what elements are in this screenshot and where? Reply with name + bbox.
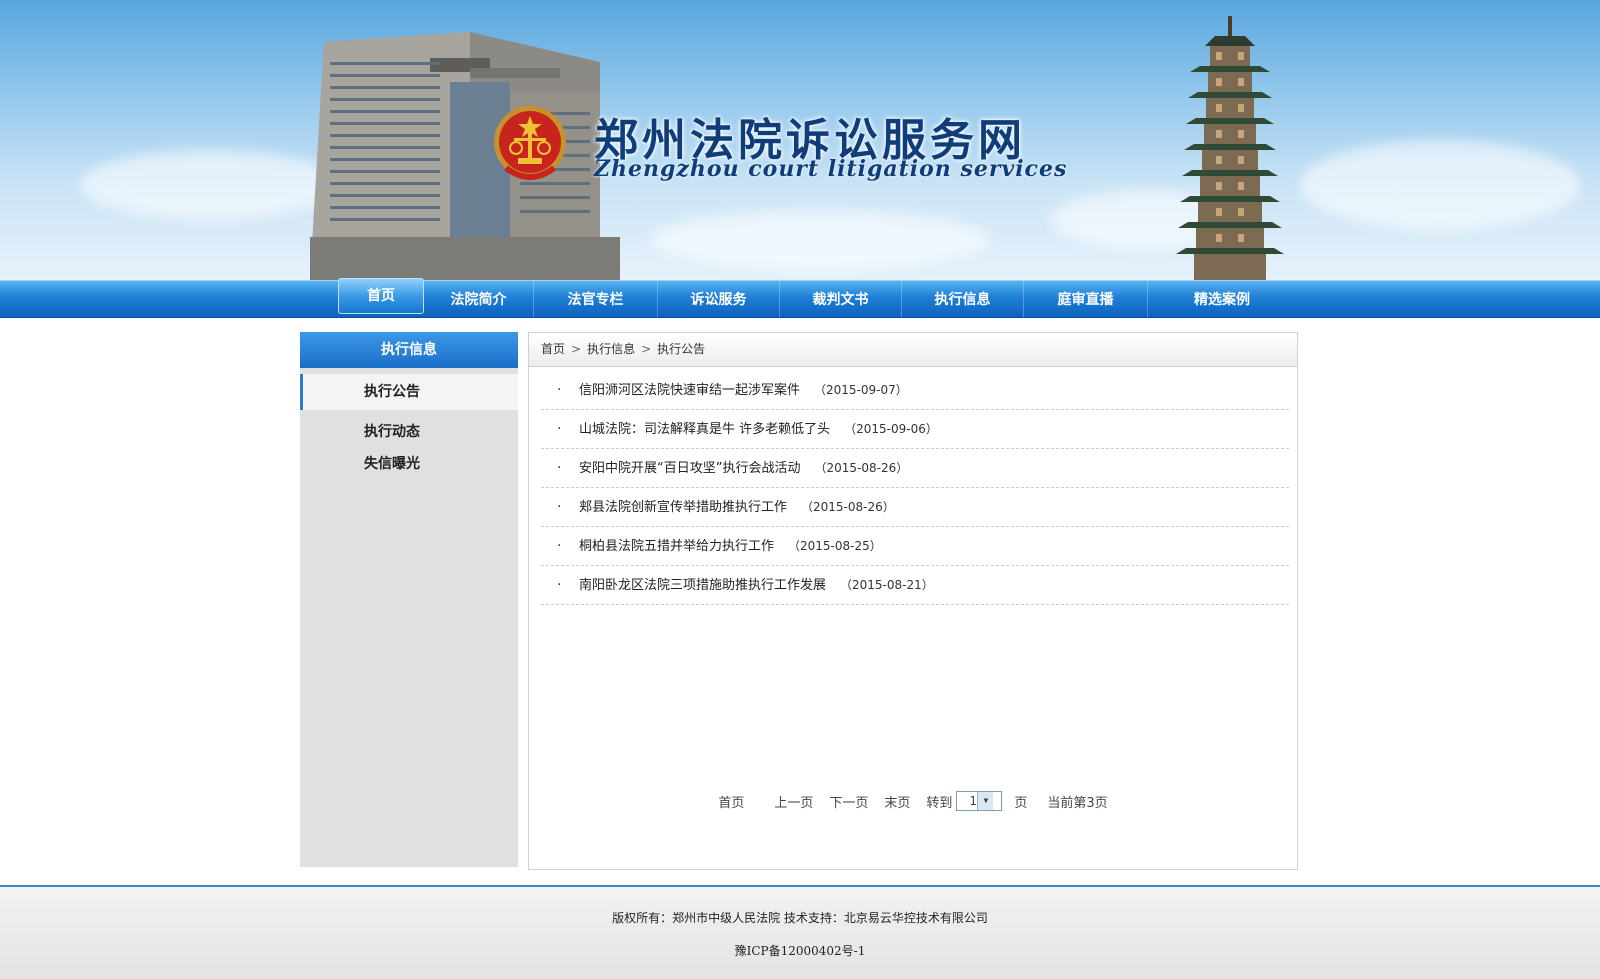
nav-item-court-intro[interactable]: 法院简介 <box>424 281 534 319</box>
news-title-link[interactable]: 信阳浉河区法院快速审结一起涉军案件 <box>579 371 800 410</box>
news-title-link[interactable]: 桐柏县法院五措并举给力执行工作 <box>579 527 774 566</box>
breadcrumb-home-link[interactable]: 首页 <box>541 342 565 356</box>
sidebar-item-enforcement-news[interactable]: 执行动态 <box>300 416 518 448</box>
news-title-link[interactable]: 山城法院：司法解释真是牛 许多老赖低了头 <box>579 410 830 449</box>
bullet-icon: · <box>557 420 562 437</box>
footer-copyright: 版权所有：郑州市中级人民法院 技术支持：北京易云华控技术有限公司 <box>612 911 988 925</box>
news-date: （2015-09-07） <box>814 382 908 397</box>
nav-items: 首页 法院简介 法官专栏 诉讼服务 裁判文书 执行信息 庭审直播 精选案例 <box>338 278 1296 319</box>
pager-last-link[interactable]: 末页 <box>884 792 910 811</box>
breadcrumb: 首页 > 执行信息 > 执行公告 <box>529 333 1297 367</box>
news-list-item: · 安阳中院开展“百日攻坚”执行会战活动 （2015-08-26） <box>541 449 1289 488</box>
pager-goto-label: 转到 <box>926 795 953 811</box>
cloud-decoration <box>1300 140 1580 230</box>
pager-current-page: 当前第3页 <box>1047 795 1108 811</box>
nav-item-judge-column[interactable]: 法官专栏 <box>534 281 658 319</box>
news-date: （2015-08-21） <box>840 577 934 592</box>
sidebar-item-dishonest-exposure[interactable]: 失信曝光 <box>300 448 518 480</box>
breadcrumb-current: 执行公告 <box>657 342 706 356</box>
bullet-icon: · <box>557 498 562 515</box>
nav-item-selected-cases[interactable]: 精选案例 <box>1148 281 1296 319</box>
bullet-icon: · <box>557 459 562 476</box>
nav-item-judgment-documents[interactable]: 裁判文书 <box>780 281 902 319</box>
pager-page-unit: 页 <box>1014 795 1028 811</box>
site-footer: 版权所有：郑州市中级人民法院 技术支持：北京易云华控技术有限公司 豫ICP备12… <box>0 885 1600 979</box>
news-title-link[interactable]: 安阳中院开展“百日攻坚”执行会战活动 <box>579 449 800 488</box>
breadcrumb-separator: > <box>571 342 582 356</box>
news-list-item: · 山城法院：司法解释真是牛 许多老赖低了头 （2015-09-06） <box>541 410 1289 449</box>
bullet-icon: · <box>557 381 562 398</box>
news-title-link[interactable]: 郏县法院创新宣传举措助推执行工作 <box>579 488 787 527</box>
nav-item-trial-live[interactable]: 庭审直播 <box>1024 281 1148 319</box>
pagination: 首页 上一页 下一页 末页 转到 1 ▼ 页 当前第3页 <box>529 789 1297 813</box>
main-nav-bar: 首页 法院简介 法官专栏 诉讼服务 裁判文书 执行信息 庭审直播 精选案例 <box>0 278 1600 319</box>
pager-goto-value: 1 <box>969 794 977 808</box>
sidebar-item-enforcement-notices[interactable]: 执行公告 <box>300 374 518 410</box>
court-building-image <box>310 32 620 280</box>
news-list-item: · 郏县法院创新宣传举措助推执行工作 （2015-08-26） <box>541 488 1289 527</box>
news-list: · 信阳浉河区法院快速审结一起涉军案件 （2015-09-07） · 山城法院：… <box>541 371 1289 605</box>
pagoda-tower-image <box>1176 16 1284 280</box>
news-date: （2015-08-26） <box>801 499 895 514</box>
cloud-decoration <box>650 210 990 270</box>
breadcrumb-enforcement-info-link[interactable]: 执行信息 <box>587 342 635 356</box>
chevron-down-icon[interactable]: ▼ <box>977 792 994 810</box>
header-banner: 郑州法院诉讼服务网 Zhengzhou court litigation ser… <box>0 0 1600 280</box>
news-date: （2015-09-06） <box>844 421 938 436</box>
bullet-icon: · <box>557 576 562 593</box>
pager-first-link[interactable]: 首页 <box>718 792 744 811</box>
news-date: （2015-08-25） <box>788 538 882 553</box>
site-subtitle: Zhengzhou court litigation services <box>594 156 1068 182</box>
nav-item-litigation-services[interactable]: 诉讼服务 <box>658 281 780 319</box>
news-list-item: · 桐柏县法院五措并举给力执行工作 （2015-08-25） <box>541 527 1289 566</box>
pager-goto-select[interactable]: 1 ▼ <box>956 791 1003 811</box>
bullet-icon: · <box>557 537 562 554</box>
footer-icp: 豫ICP备12000402号-1 <box>734 944 866 958</box>
cloud-decoration <box>80 150 340 220</box>
main-content-panel: 首页 > 执行信息 > 执行公告 · 信阳浉河区法院快速审结一起涉军案件 （2015-0… <box>528 332 1298 870</box>
news-list-item: · 南阳卧龙区法院三项措施助推执行工作发展 （2015-08-21） <box>541 566 1289 605</box>
news-list-item: · 信阳浉河区法院快速审结一起涉军案件 （2015-09-07） <box>541 371 1289 410</box>
breadcrumb-separator: > <box>641 342 652 356</box>
pager-prev-link[interactable]: 上一页 <box>774 792 813 811</box>
news-date: （2015-08-26） <box>814 460 909 475</box>
court-emblem-icon <box>494 106 566 180</box>
nav-item-home[interactable]: 首页 <box>338 278 424 314</box>
left-sidebar: 执行信息 执行公告 执行动态 失信曝光 <box>300 332 518 867</box>
nav-item-enforcement-info[interactable]: 执行信息 <box>902 281 1024 319</box>
news-title-link[interactable]: 南阳卧龙区法院三项措施助推执行工作发展 <box>579 566 826 605</box>
sidebar-title: 执行信息 <box>300 332 518 368</box>
pager-next-link[interactable]: 下一页 <box>829 792 868 811</box>
